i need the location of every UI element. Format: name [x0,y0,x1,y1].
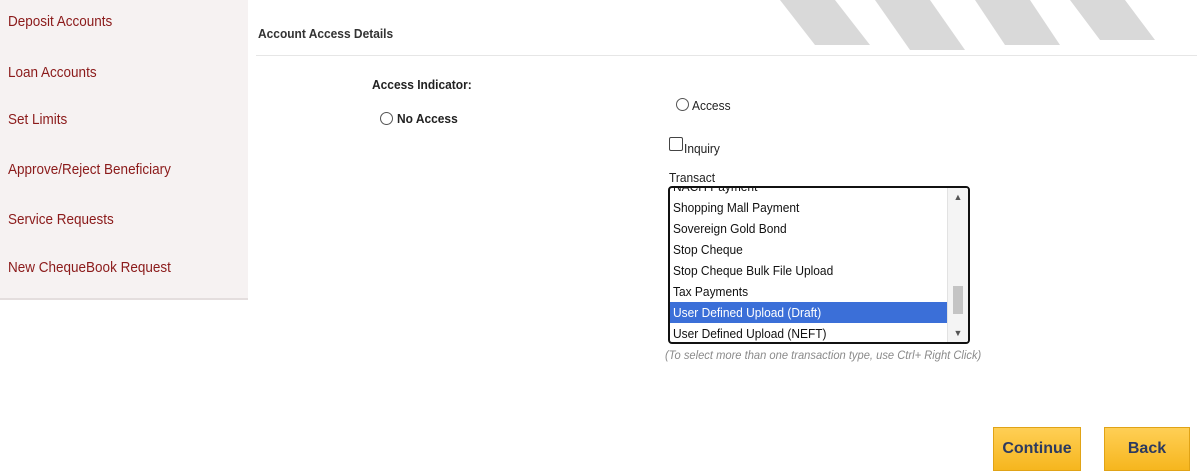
list-option[interactable]: Stop Cheque Bulk File Upload [670,260,948,281]
sidebar-item-loan-accounts[interactable]: Loan Accounts [8,64,97,81]
scroll-up-arrow-icon[interactable]: ▲ [948,188,968,206]
list-option-selected[interactable]: User Defined Upload (Draft) [670,302,948,323]
sidebar-item-approve-reject-beneficiary[interactable]: Approve/Reject Beneficiary [8,161,171,178]
list-option[interactable]: User Defined Upload (NEFT) [670,323,948,342]
access-radio[interactable] [676,98,689,111]
access-indicator-label: Access Indicator: [372,77,472,92]
scrollbar-thumb[interactable] [953,286,963,314]
no-access-radio[interactable] [380,112,393,125]
scroll-down-arrow-icon[interactable]: ▼ [948,324,968,342]
section-title: Account Access Details [258,26,394,41]
continue-button[interactable]: Continue [993,427,1081,471]
list-option[interactable]: Tax Payments [670,281,948,302]
listbox-scrollbar[interactable]: ▲ ▼ [947,188,968,342]
transact-label: Transact [669,170,716,185]
no-access-label: No Access [397,111,458,126]
sidebar: Deposit Accounts Loan Accounts Set Limit… [0,0,248,300]
sidebar-item-service-requests[interactable]: Service Requests [8,211,114,228]
back-button[interactable]: Back [1104,427,1190,471]
transaction-type-listbox[interactable]: NACH Payment Shopping Mall Payment Sover… [668,186,970,344]
inquiry-label: Inquiry [684,141,720,156]
sidebar-item-deposit-accounts[interactable]: Deposit Accounts [8,13,112,30]
sidebar-item-set-limits[interactable]: Set Limits [8,111,67,128]
access-label: Access [692,98,731,113]
list-option[interactable]: NACH Payment [670,188,948,197]
list-option[interactable]: Stop Cheque [670,239,948,260]
listbox-options: NACH Payment Shopping Mall Payment Sover… [670,188,948,342]
inquiry-checkbox[interactable] [669,137,683,151]
watermark-graphic [780,0,1155,50]
list-option[interactable]: Sovereign Gold Bond [670,218,948,239]
multi-select-hint: (To select more than one transaction typ… [665,348,982,362]
list-option[interactable]: Shopping Mall Payment [670,197,948,218]
section-divider [256,55,1197,56]
sidebar-item-new-chequebook-request[interactable]: New ChequeBook Request [8,259,171,276]
